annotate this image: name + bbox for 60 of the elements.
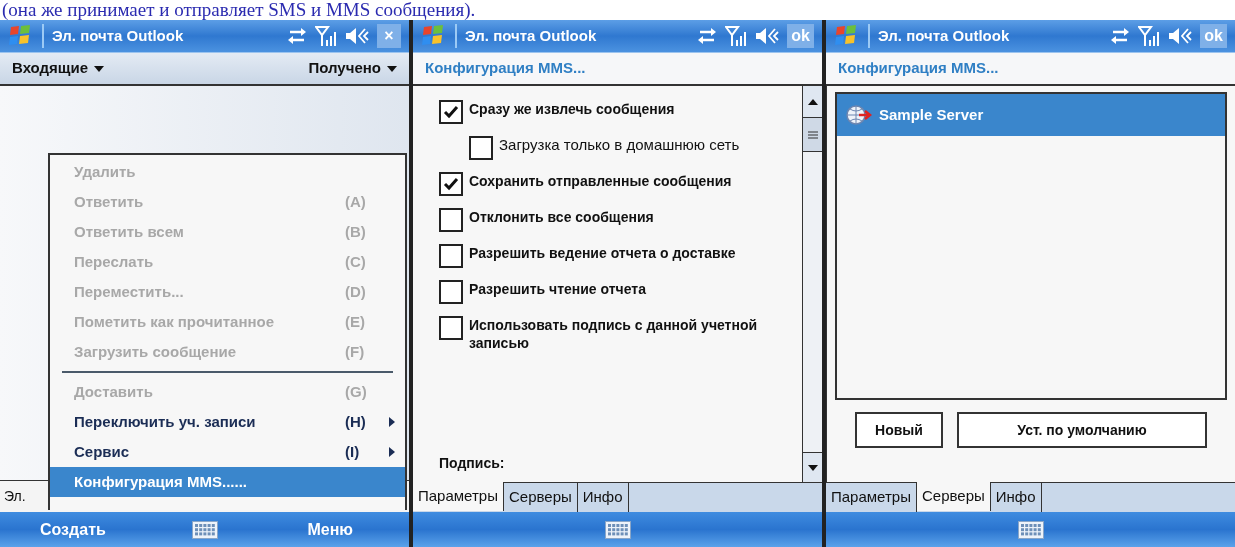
option-label: Разрешить ведение отчета о доставке xyxy=(469,244,736,262)
speaker-icon[interactable] xyxy=(1168,27,1193,45)
option-label: Использовать подпись с данной учетной записью xyxy=(469,316,759,352)
keyboard-icon[interactable] xyxy=(604,520,631,539)
speaker-icon[interactable] xyxy=(755,27,780,45)
tab[interactable]: Параметры xyxy=(413,482,504,511)
checkmark-icon xyxy=(443,105,459,119)
ok-button[interactable]: ok xyxy=(1200,24,1227,48)
menu-item[interactable]: Переключить уч. записи (H) xyxy=(50,407,405,437)
submenu-arrow-icon xyxy=(389,447,395,457)
ok-button[interactable]: ok xyxy=(787,24,814,48)
signature-label: Подпись: xyxy=(439,454,506,473)
caption-text: (она же принимает и отправляет SMS и MMS сообщения). xyxy=(2,0,476,20)
signal-icon[interactable] xyxy=(725,25,748,47)
action-button[interactable]: Новый xyxy=(855,412,943,448)
option-label: Сохранить отправленные сообщения xyxy=(469,172,732,190)
tab[interactable]: Серверы xyxy=(916,482,991,511)
checkmark-icon xyxy=(443,177,459,191)
window-title: Эл. почта Outlook xyxy=(878,25,1010,46)
signal-icon[interactable] xyxy=(315,25,337,47)
close-button[interactable]: × xyxy=(377,24,401,48)
status-text: Эл. xyxy=(4,487,26,506)
action-button[interactable]: Уст. по умолчанию xyxy=(957,412,1207,448)
checkbox[interactable] xyxy=(439,208,463,232)
scroll-thumb-grip-icon xyxy=(807,130,818,139)
checkbox[interactable] xyxy=(439,100,463,124)
window-title: Эл. почта Outlook xyxy=(465,25,597,46)
checkbox[interactable] xyxy=(439,172,463,196)
option-label: Сразу же извлечь сообщения xyxy=(469,100,675,118)
sort-dropdown[interactable]: Получено xyxy=(308,57,397,80)
option-label: Загрузка только в домашнюю сеть xyxy=(499,136,740,154)
sync-arrows-icon[interactable] xyxy=(1110,27,1131,45)
create-softkey[interactable]: Создать xyxy=(16,517,106,542)
scroll-up-icon[interactable] xyxy=(807,98,818,105)
sync-arrows-icon[interactable] xyxy=(287,27,307,45)
checkbox[interactable] xyxy=(469,136,493,160)
submenu-arrow-icon xyxy=(389,417,395,427)
globe-arrow-icon xyxy=(845,104,873,126)
option-label: Отклонить все сообщения xyxy=(469,208,654,226)
menu-softkey[interactable]: Меню xyxy=(307,517,393,542)
window-title: Эл. почта Outlook xyxy=(52,25,184,46)
sync-arrows-icon[interactable] xyxy=(697,27,718,45)
checkbox[interactable] xyxy=(439,244,463,268)
keyboard-icon[interactable] xyxy=(1017,520,1044,539)
option-label: Разрешить чтение отчета xyxy=(469,280,646,298)
checkbox[interactable] xyxy=(439,316,463,340)
menu-item[interactable]: Сервис (I) xyxy=(50,437,405,467)
speaker-icon[interactable] xyxy=(345,27,369,45)
server-item[interactable]: Sample Server xyxy=(837,94,1225,136)
signal-icon[interactable] xyxy=(1138,25,1161,47)
page-heading: Конфигурация MMS... xyxy=(425,58,586,79)
menu-item[interactable]: Конфигурация MMS...... xyxy=(50,467,405,497)
checkbox[interactable] xyxy=(439,280,463,304)
scroll-down-icon[interactable] xyxy=(807,464,818,471)
folder-dropdown[interactable]: Входящие xyxy=(12,57,105,80)
dropdown-caret-icon xyxy=(94,65,105,72)
dropdown-caret-icon xyxy=(387,65,397,72)
scrollbar[interactable] xyxy=(802,86,822,482)
keyboard-icon[interactable] xyxy=(191,520,218,539)
page-heading: Конфигурация MMS... xyxy=(838,58,999,79)
